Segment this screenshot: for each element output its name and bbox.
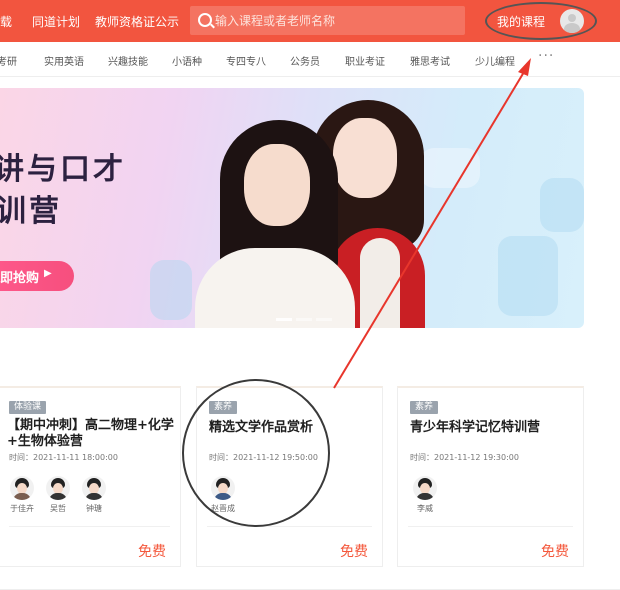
annotation-arrow [333,58,531,389]
arrow-shaft [333,66,528,389]
arrow-head-icon [518,58,531,76]
